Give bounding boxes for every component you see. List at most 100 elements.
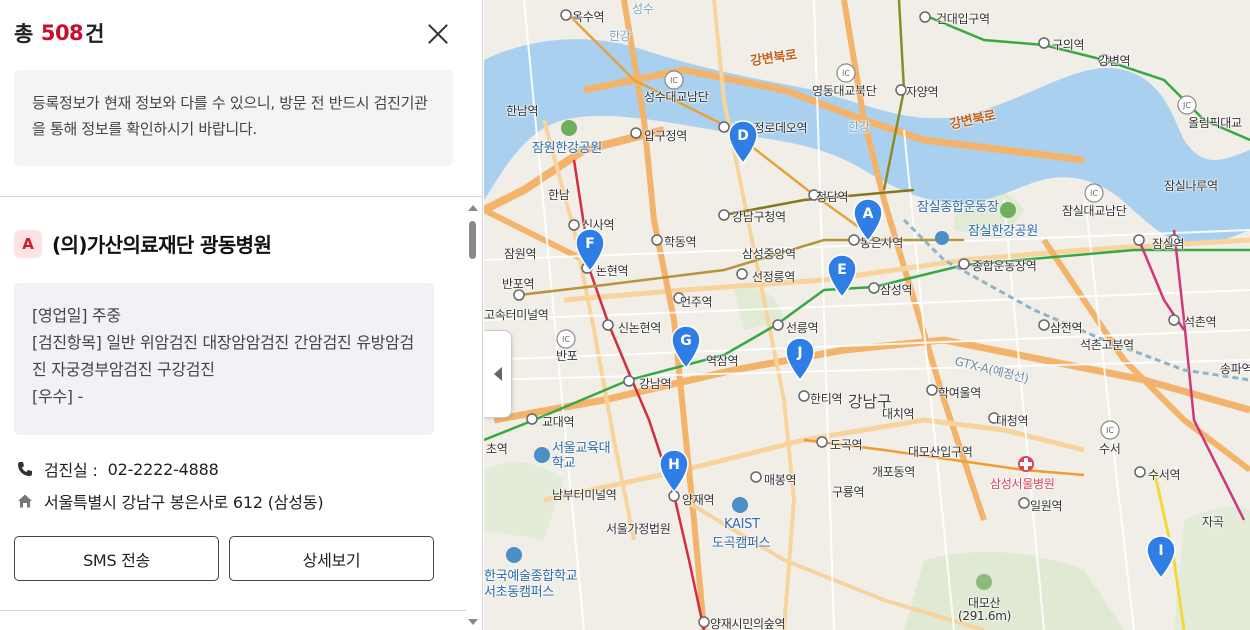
pin-label: J [797, 345, 803, 361]
map-label: 잠실종합운동장 [917, 200, 999, 215]
map-label: 삼성역 [880, 283, 913, 297]
map-label: 초역 [486, 442, 508, 456]
map-label: 대모산입구역 [908, 445, 973, 459]
map-label: 대청역 [996, 414, 1029, 428]
map-label: 구룡역 [832, 485, 865, 499]
scroll-up-arrow-icon[interactable] [468, 205, 478, 211]
map-label: 한남역 [506, 104, 539, 118]
map-label: 강남역 [639, 377, 672, 391]
svg-text:JC: JC [1182, 101, 1191, 110]
info-checkup-items: [검진항목] 일반 위암검진 대장암암검진 간암검진 유방암검진 자궁경부암검진… [32, 333, 414, 379]
map-label: 강변역 [1098, 54, 1131, 68]
map-label: 석촌역 [1184, 315, 1217, 329]
map-label: 반포 [556, 349, 578, 363]
map-label: 청담역 [816, 190, 849, 204]
detail-view-button[interactable]: 상세보기 [229, 536, 434, 581]
map-view[interactable]: IC IC IC IC IC JC 옥수역 성수 한강 건대입구역 구의역 강변역 강변… [484, 0, 1250, 630]
map-label: 매봉역 [764, 473, 797, 487]
map-label: 고속터미널역 [484, 308, 549, 322]
map-label: 학여울역 [938, 386, 981, 400]
map-label: 양재시민의숲역 [710, 617, 786, 630]
svg-text:IC: IC [1090, 189, 1098, 198]
map-label: 학동역 [664, 235, 697, 249]
svg-text:IC: IC [562, 335, 570, 344]
map-label: 구의역 [1052, 38, 1085, 52]
map-label: 신논현역 [618, 321, 661, 335]
home-icon [16, 492, 34, 510]
map-label: 자곡 [1202, 515, 1224, 529]
map-pin-f[interactable]: F [574, 228, 606, 272]
panel-collapse-button[interactable] [484, 330, 512, 418]
map-label: (291.6m) [958, 609, 1012, 623]
map-label: 석촌고분역 [1080, 338, 1134, 352]
pin-label: H [668, 457, 680, 473]
map-label: 성수 [632, 2, 654, 16]
hospital-title[interactable]: A (의)가산의료재단 광동병원 [14, 229, 272, 258]
map-label: 서초동캠퍼스 [484, 585, 554, 600]
map-label: 영동대교북단 [812, 84, 877, 98]
map-label: 송파역 [1220, 362, 1250, 376]
map-pin-j[interactable]: J [784, 337, 816, 381]
map-label: 자양역 [906, 85, 939, 99]
pin-label: E [837, 262, 847, 278]
map-pin-g[interactable]: G [670, 325, 702, 369]
map-label: 선정릉역 [752, 270, 795, 284]
chevron-left-icon [493, 367, 502, 381]
map-pin-i[interactable]: I [1145, 535, 1177, 579]
map-label: 양재역 [682, 493, 715, 507]
map-label: 성수대교남단 [644, 90, 709, 104]
pin-label: D [737, 128, 749, 144]
map-label: 역삼역 [706, 354, 739, 368]
map-label: 수서 [1099, 442, 1121, 456]
scrollbar[interactable] [466, 200, 480, 630]
map-label: 건대입구역 [936, 12, 990, 26]
map-label: 종합운동장역 [972, 259, 1037, 273]
map-label: 강남구청역 [732, 210, 786, 224]
map-label: 개포동역 [872, 465, 915, 479]
address-text: 서울특별시 강남구 봉은사로 612 (삼성동) [44, 493, 324, 512]
scroll-thumb[interactable] [469, 221, 476, 259]
map-label: 도곡캠퍼스 [712, 536, 771, 551]
map-label: 도곡역 [830, 438, 863, 452]
map-label: 반포역 [502, 277, 535, 291]
map-label: 서울교육대학교 [552, 441, 611, 471]
info-business-days: [영업일] 주중 [32, 306, 121, 325]
list-divider [0, 610, 466, 611]
notice-box: 등록정보가 현재 정보와 다를 수 있으니, 방문 전 반드시 검진기관을 통해… [14, 70, 453, 166]
pin-label: A [862, 206, 874, 222]
map-label: 잠원역 [504, 247, 537, 261]
hospital-name[interactable]: (의)가산의료재단 광동병원 [52, 229, 272, 258]
map-label: 한남 [548, 188, 570, 202]
phone-number[interactable]: 02-2222-4888 [108, 460, 219, 479]
phone-icon [16, 460, 34, 478]
pin-label: G [680, 333, 692, 349]
results-list: A (의)가산의료재단 광동병원 [영업일] 주중 [검진항목] 일반 위암검진… [0, 197, 468, 630]
map-pin-a[interactable]: A [852, 198, 884, 242]
map-label: 한티역 [810, 392, 843, 406]
map-label: 서울가정법원 [606, 522, 671, 536]
map-label: 압구정역 [644, 129, 687, 143]
map-label: 언주역 [680, 295, 713, 309]
map-label: 삼성중앙역 [742, 247, 796, 261]
map-label: 한강 [848, 120, 870, 134]
scroll-down-arrow-icon[interactable] [468, 619, 478, 625]
map-pin-h[interactable]: H [658, 449, 690, 493]
result-count-number: 508 [40, 21, 84, 45]
map-label: 잠실역 [1152, 237, 1185, 251]
map-pin-d[interactable]: D [727, 120, 759, 164]
phone-row: 검진실 : 02-2222-4888 [16, 457, 219, 481]
map-label: 일원역 [1030, 499, 1063, 513]
map-label: 잠원한강공원 [532, 141, 602, 156]
result-count-heading: 총 508 건 [14, 18, 104, 48]
close-icon[interactable] [424, 20, 452, 48]
sms-send-button[interactable]: SMS 전송 [14, 536, 219, 581]
map-label: 교대역 [542, 415, 575, 429]
svg-text:IC: IC [842, 69, 850, 78]
search-results-panel: 총 508 건 등록정보가 현재 정보와 다를 수 있으니, 방문 전 반드시 … [0, 0, 483, 630]
map-label: 옥수역 [572, 10, 605, 24]
map-pin-e[interactable]: E [826, 254, 858, 298]
map-label: 대치역 [882, 407, 915, 421]
map-label: 삼성서울병원 [990, 477, 1055, 491]
svg-text:IC: IC [1106, 426, 1114, 435]
notice-text: 등록정보가 현재 정보와 다를 수 있으니, 방문 전 반드시 검진기관을 통해… [32, 94, 428, 138]
